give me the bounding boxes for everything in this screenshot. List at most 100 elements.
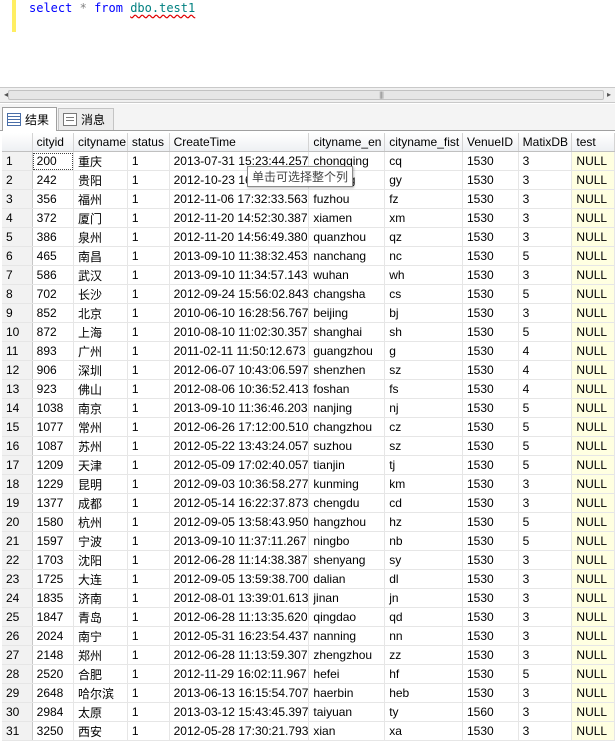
table-row[interactable]: 31 3250 西安 1 2012-05-28 17:30:21.793 xian xa 15… — [2, 721, 615, 741]
cell-cityname-en[interactable]: shenzhen — [308, 360, 386, 380]
cell-status[interactable]: 1 — [127, 531, 170, 551]
cell-test[interactable]: NULL — [571, 531, 615, 551]
cell-cityname-fist[interactable]: qz — [384, 227, 463, 247]
cell-status[interactable]: 1 — [127, 303, 170, 323]
cell-cityname[interactable]: 重庆 — [73, 151, 128, 171]
cell-cityname-fist[interactable]: bj — [384, 303, 463, 323]
table-row[interactable]: 5 386 泉州 1 2012-11-20 14:56:49.380 quanzhou qz… — [2, 227, 615, 247]
table-row[interactable]: 20 1580 杭州 1 2012-09-05 13:58:43.950 hangzhou… — [2, 512, 615, 532]
table-row[interactable]: 30 2984 太原 1 2013-03-12 15:43:45.397 taiyuan t… — [2, 702, 615, 722]
row-number[interactable]: 15 — [2, 417, 33, 437]
table-row[interactable]: 12 906 深圳 1 2012-06-07 10:43:06.597 shenzhen s… — [2, 360, 615, 380]
row-number[interactable]: 4 — [2, 208, 33, 228]
cell-cityname-en[interactable]: nanchang — [308, 246, 386, 266]
cell-matixdb[interactable]: 3 — [518, 170, 573, 190]
cell-venueid[interactable]: 1530 — [462, 227, 519, 247]
cell-cityname[interactable]: 泉州 — [73, 227, 128, 247]
cell-test[interactable]: NULL — [571, 645, 615, 665]
cell-matixdb[interactable]: 3 — [518, 683, 573, 703]
cell-cityname-fist[interactable]: cz — [384, 417, 463, 437]
cell-status[interactable]: 1 — [127, 588, 170, 608]
cell-cityname-en[interactable]: changsha — [308, 284, 386, 304]
cell-status[interactable]: 1 — [127, 455, 170, 475]
row-number[interactable]: 2 — [2, 170, 33, 190]
cell-cityname[interactable]: 苏州 — [73, 436, 128, 456]
table-row[interactable]: 4 372 厦门 1 2012-11-20 14:52:30.387 xiamen xm 15… — [2, 208, 615, 228]
cell-cityid[interactable]: 906 — [32, 360, 75, 380]
column-header-status[interactable]: status — [127, 133, 170, 152]
cell-cityname[interactable]: 沈阳 — [73, 550, 128, 570]
cell-createtime[interactable]: 2013-09-10 11:34:57.143 — [169, 265, 310, 285]
cell-createtime[interactable]: 2012-05-22 13:43:24.057 — [169, 436, 310, 456]
cell-cityname-en[interactable]: zhengzhou — [308, 645, 386, 665]
cell-venueid[interactable]: 1530 — [462, 170, 519, 190]
cell-cityname-fist[interactable]: qd — [384, 607, 463, 627]
cell-createtime[interactable]: 2012-11-29 16:02:11.967 — [169, 664, 310, 684]
table-row[interactable]: 16 1087 苏州 1 2012-05-22 13:43:24.057 suzhou sz… — [2, 436, 615, 456]
cell-status[interactable]: 1 — [127, 607, 170, 627]
cell-createtime[interactable]: 2013-06-13 16:15:54.707 — [169, 683, 310, 703]
cell-venueid[interactable]: 1530 — [462, 189, 519, 209]
cell-status[interactable]: 1 — [127, 683, 170, 703]
cell-cityname[interactable]: 昆明 — [73, 474, 128, 494]
cell-cityname[interactable]: 福州 — [73, 189, 128, 209]
cell-cityname-fist[interactable]: jn — [384, 588, 463, 608]
column-header-venueid[interactable]: VenueID — [462, 133, 519, 152]
cell-cityid[interactable]: 372 — [32, 208, 75, 228]
cell-cityname-en[interactable]: tianjin — [308, 455, 386, 475]
cell-test[interactable]: NULL — [571, 436, 615, 456]
cell-cityname[interactable]: 济南 — [73, 588, 128, 608]
cell-cityname[interactable]: 杭州 — [73, 512, 128, 532]
cell-test[interactable]: NULL — [571, 626, 615, 646]
cell-status[interactable]: 1 — [127, 664, 170, 684]
row-number[interactable]: 10 — [2, 322, 33, 342]
cell-cityname-fist[interactable]: xm — [384, 208, 463, 228]
cell-matixdb[interactable]: 5 — [518, 284, 573, 304]
row-number[interactable]: 17 — [2, 455, 33, 475]
table-row[interactable]: 23 1725 大连 1 2012-09-05 13:59:38.700 dalian dl… — [2, 569, 615, 589]
cell-cityname-en[interactable]: nanning — [308, 626, 386, 646]
editor-horizontal-scrollbar[interactable]: ◂ ||| ▸ — [0, 87, 615, 103]
cell-cityname-fist[interactable]: sz — [384, 436, 463, 456]
column-header-cityname-fist[interactable]: cityname_fist — [384, 133, 463, 152]
cell-venueid[interactable]: 1530 — [462, 607, 519, 627]
cell-cityname-en[interactable]: ningbo — [308, 531, 386, 551]
table-row[interactable]: 8 702 长沙 1 2012-09-24 15:56:02.843 changsha cs… — [2, 284, 615, 304]
cell-test[interactable]: NULL — [571, 702, 615, 722]
cell-cityname[interactable]: 天津 — [73, 455, 128, 475]
cell-matixdb[interactable]: 3 — [518, 474, 573, 494]
cell-cityname-en[interactable]: qingdao — [308, 607, 386, 627]
cell-status[interactable]: 1 — [127, 379, 170, 399]
cell-cityname[interactable]: 武汉 — [73, 265, 128, 285]
cell-venueid[interactable]: 1530 — [462, 645, 519, 665]
row-number[interactable]: 30 — [2, 702, 33, 722]
cell-cityname[interactable]: 佛山 — [73, 379, 128, 399]
cell-cityid[interactable]: 586 — [32, 265, 75, 285]
row-number[interactable]: 19 — [2, 493, 33, 513]
cell-cityname-en[interactable]: quanzhou — [308, 227, 386, 247]
cell-test[interactable]: NULL — [571, 417, 615, 437]
column-header-cityid[interactable]: cityid — [32, 133, 75, 152]
table-row[interactable]: 28 2520 合肥 1 2012-11-29 16:02:11.967 hefei hf 1… — [2, 664, 615, 684]
cell-test[interactable]: NULL — [571, 341, 615, 361]
cell-status[interactable]: 1 — [127, 493, 170, 513]
cell-createtime[interactable]: 2012-06-28 11:14:38.387 — [169, 550, 310, 570]
table-row[interactable]: 24 1835 济南 1 2012-08-01 13:39:01.613 jinan jn 1… — [2, 588, 615, 608]
cell-matixdb[interactable]: 3 — [518, 265, 573, 285]
cell-matixdb[interactable]: 3 — [518, 227, 573, 247]
cell-cityname-en[interactable]: hangzhou — [308, 512, 386, 532]
cell-cityid[interactable]: 200 — [32, 151, 75, 171]
row-number[interactable]: 16 — [2, 436, 33, 456]
tab-messages[interactable]: 消息 — [58, 108, 114, 130]
row-number[interactable]: 25 — [2, 607, 33, 627]
cell-venueid[interactable]: 1530 — [462, 455, 519, 475]
cell-cityid[interactable]: 1377 — [32, 493, 75, 513]
cell-matixdb[interactable]: 3 — [518, 588, 573, 608]
cell-matixdb[interactable]: 3 — [518, 151, 573, 171]
cell-cityname-en[interactable]: shanghai — [308, 322, 386, 342]
cell-createtime[interactable]: 2012-05-31 16:23:54.437 — [169, 626, 310, 646]
table-row[interactable]: 19 1377 成都 1 2012-05-14 16:22:37.873 chengdu c… — [2, 493, 615, 513]
cell-createtime[interactable]: 2012-08-01 13:39:01.613 — [169, 588, 310, 608]
cell-cityid[interactable]: 852 — [32, 303, 75, 323]
cell-cityname-fist[interactable]: nn — [384, 626, 463, 646]
